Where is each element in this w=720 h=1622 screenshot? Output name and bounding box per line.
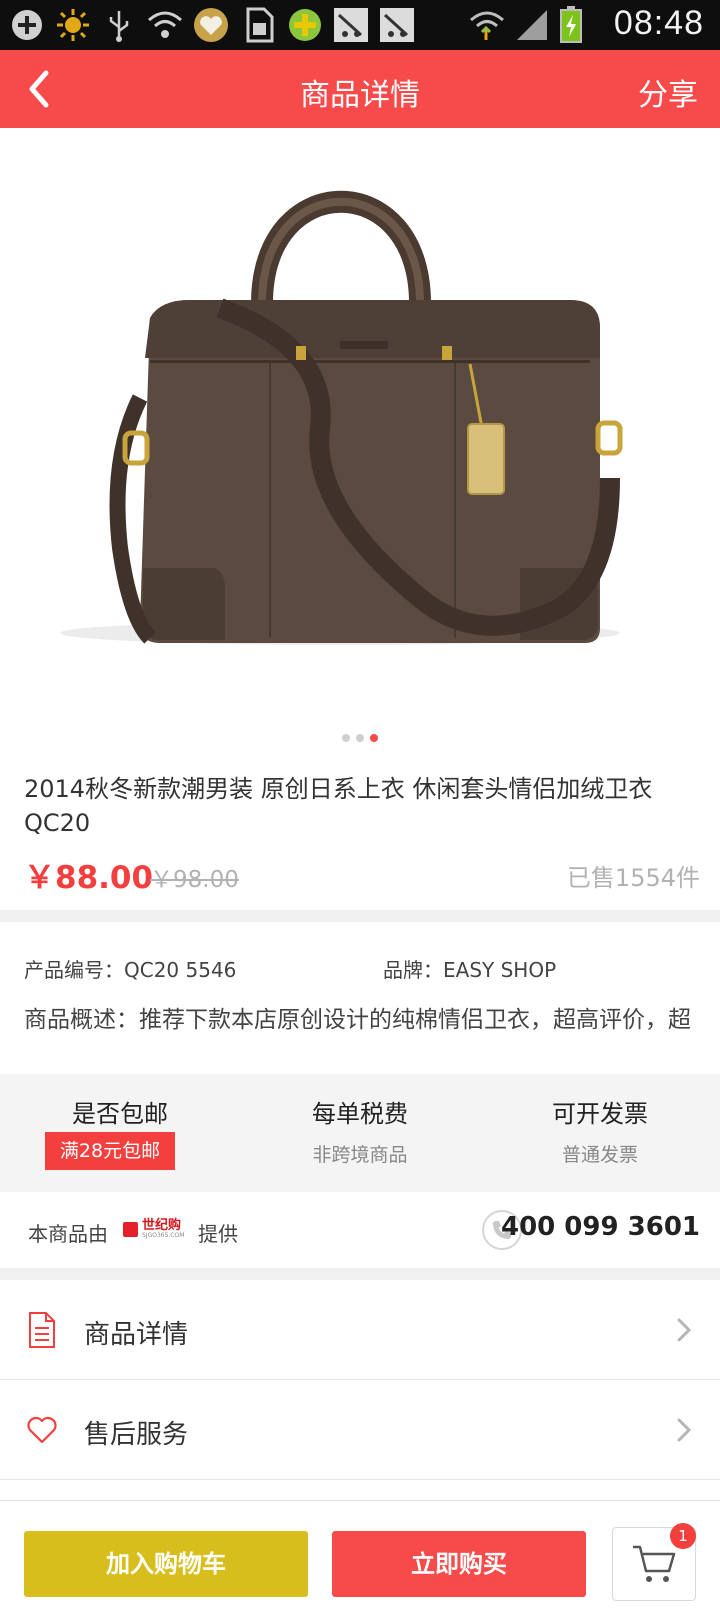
add-icon	[8, 6, 46, 44]
heart-app-icon	[192, 6, 230, 44]
chevron-right-icon	[677, 1418, 692, 1442]
provider-prefix: 本商品由	[28, 1222, 108, 1246]
shopping-cart-icon	[633, 1545, 676, 1582]
divider	[0, 1268, 720, 1280]
provider-row: 本商品由 世纪购 SJGO365.COM 提供 400 099 3601	[0, 1192, 720, 1268]
brightness-icon	[54, 6, 92, 44]
menu-item-after-sales[interactable]: 售后服务	[0, 1380, 720, 1480]
document-icon	[24, 1310, 60, 1350]
app-icon	[332, 6, 370, 44]
signal-icon	[514, 6, 552, 44]
current-price: ￥88.00	[24, 860, 154, 896]
sim-card-icon	[240, 6, 278, 44]
bottom-action-bar: 加入购物车 立即购买 1	[0, 1500, 720, 1622]
provider-logo-text: 世纪购	[142, 1218, 182, 1233]
service-shipping: 是否包邮 满28元包邮	[0, 1074, 240, 1192]
service-title: 每单税费	[312, 1100, 408, 1128]
carousel-indicator	[0, 734, 720, 742]
cart-count-badge: 1	[670, 1523, 696, 1549]
share-button[interactable]: 分享	[638, 70, 698, 114]
product-code: 产品编号：QC20 5546	[24, 958, 237, 982]
product-brand: 品牌：EASY SHOP	[383, 958, 557, 982]
provider-suffix: 提供	[198, 1222, 238, 1246]
plus-app-icon	[286, 6, 324, 44]
product-title: 2014秋冬新款潮男装 原创日系上衣 休闲套头情侣加绒卫衣 QC20	[24, 775, 653, 837]
service-subtitle: 非跨境商品	[312, 1144, 408, 1166]
service-strip: 是否包邮 满28元包邮 每单税费 非跨境商品 可开发票 普通发票	[0, 1074, 720, 1192]
provider-logo: 世纪购 SJGO365.COM	[123, 1214, 184, 1244]
app-header: 商品详情 分享	[0, 50, 720, 128]
service-title: 是否包邮	[72, 1100, 168, 1128]
carousel-dot[interactable]	[342, 734, 350, 742]
menu-item-label: 商品详情	[84, 1320, 189, 1350]
sold-count: 已售1554件	[566, 864, 700, 892]
free-shipping-badge: 满28元包邮	[45, 1132, 175, 1170]
original-price: ￥98.00	[150, 867, 239, 893]
service-tax: 每单税费 非跨境商品	[240, 1074, 480, 1192]
wifi-question-icon	[146, 6, 184, 44]
service-phone[interactable]: 400 099 3601	[501, 1212, 700, 1242]
provider-logo-sub: SJGO365.COM	[142, 1232, 185, 1239]
heart-icon	[24, 1410, 60, 1450]
menu-item-label: 售后服务	[84, 1420, 189, 1450]
product-image[interactable]	[0, 128, 720, 728]
chevron-right-icon	[677, 1318, 692, 1342]
product-summary: 商品概述：推荐下款本店原创设计的纯棉情侣卫衣，超高评价，超	[24, 1007, 691, 1033]
service-invoice: 可开发票 普通发票	[480, 1074, 720, 1192]
service-title: 可开发票	[552, 1100, 648, 1128]
status-time: 08:48	[613, 4, 704, 42]
app-icon	[378, 6, 416, 44]
buy-now-button[interactable]: 立即购买	[332, 1531, 586, 1597]
provider-logo-mark	[123, 1221, 138, 1237]
battery-charging-icon	[552, 6, 590, 44]
add-to-cart-button[interactable]: 加入购物车	[24, 1531, 308, 1597]
divider	[0, 1479, 720, 1480]
menu-item-details[interactable]: 商品详情	[0, 1280, 720, 1380]
page-title: 商品详情	[300, 78, 420, 113]
status-bar: 08:48	[0, 0, 720, 50]
service-subtitle: 普通发票	[561, 1144, 638, 1166]
divider	[0, 910, 720, 922]
carousel-dot-active[interactable]	[370, 734, 378, 742]
carousel-dot[interactable]	[356, 734, 364, 742]
price-row: ￥88.00 ￥98.00 已售1554件	[24, 852, 704, 896]
wifi-icon	[468, 6, 506, 44]
usb-icon	[100, 6, 138, 44]
